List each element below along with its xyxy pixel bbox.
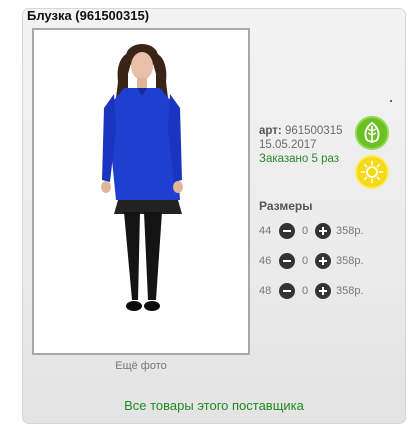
decrease-button[interactable] <box>279 253 295 269</box>
product-title: Блузка (961500315) <box>27 8 150 23</box>
increase-button[interactable] <box>315 223 331 239</box>
product-image <box>34 30 248 353</box>
eco-badge <box>355 116 389 150</box>
size-row-44: 44 0 358р. <box>259 222 364 240</box>
product-photo[interactable] <box>32 28 250 355</box>
product-date: 15.05.2017 <box>259 139 317 151</box>
divider-dot <box>390 100 392 102</box>
size-price: 358р. <box>336 225 364 237</box>
quantity-value: 0 <box>301 225 309 237</box>
quantity-value: 0 <box>301 285 309 297</box>
product-info: арт: 961500315 15.05.2017 Заказано 5 раз <box>259 124 343 166</box>
size-label: 46 <box>259 255 272 267</box>
supplier-products-link[interactable]: Все товары этого поставщика <box>22 398 406 413</box>
article-label: арт: <box>259 125 282 137</box>
minus-icon <box>283 290 291 292</box>
summer-badge <box>355 155 389 189</box>
size-label: 44 <box>259 225 272 237</box>
increase-button[interactable] <box>315 283 331 299</box>
size-label: 48 <box>259 285 272 297</box>
size-price: 358р. <box>336 285 364 297</box>
sizes-heading: Размеры <box>259 199 313 213</box>
size-row-48: 48 0 358р. <box>259 282 364 300</box>
plus-icon <box>319 227 327 235</box>
article-line: арт: 961500315 <box>259 124 343 138</box>
increase-button[interactable] <box>315 253 331 269</box>
size-row-46: 46 0 358р. <box>259 252 364 270</box>
quantity-value: 0 <box>301 255 309 267</box>
minus-icon <box>283 260 291 262</box>
plus-icon <box>319 287 327 295</box>
more-photos-link[interactable]: Ещё фото <box>32 360 250 372</box>
minus-icon <box>283 230 291 232</box>
sun-icon <box>360 160 384 184</box>
ordered-count: Заказано 5 раз <box>259 153 340 165</box>
leaf-icon <box>364 122 380 143</box>
plus-icon <box>319 257 327 265</box>
decrease-button[interactable] <box>279 283 295 299</box>
size-price: 358р. <box>336 255 364 267</box>
article-value: 961500315 <box>284 125 343 137</box>
decrease-button[interactable] <box>279 223 295 239</box>
